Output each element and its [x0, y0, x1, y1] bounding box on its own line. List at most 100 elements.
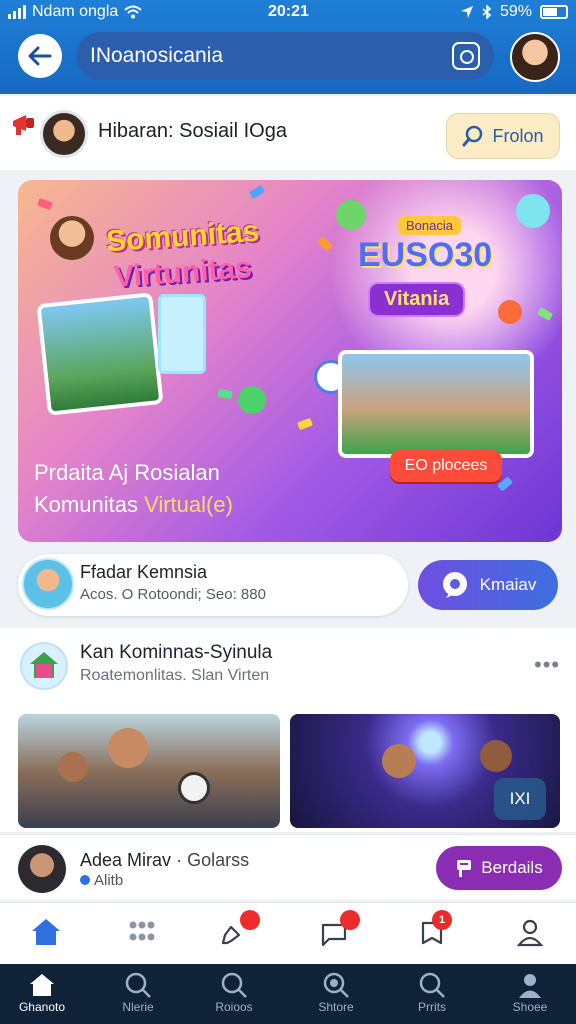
bottom-nav-store[interactable]: Shtore: [296, 970, 376, 1014]
confetti: [217, 388, 233, 400]
profile-icon: [519, 974, 541, 998]
author-separator: ·: [176, 850, 188, 870]
banner-badge-title: EUSO30: [358, 236, 493, 274]
search-icon: [125, 972, 151, 998]
author-name-line: Adea Mirav · Golarss: [80, 850, 249, 871]
banner-caption-line2: Komunitas Virtual(e): [34, 492, 233, 518]
member-subtitle: Acos. O Rotoondi; Seo: 880: [80, 586, 266, 603]
search-icon: [462, 125, 483, 147]
bottom-nav-label: Roioos: [215, 1000, 253, 1014]
like-icon: [238, 386, 266, 414]
follow-label: Frolon: [492, 125, 544, 146]
search-icon: [221, 972, 247, 998]
member-card[interactable]: [18, 554, 408, 616]
confetti: [248, 185, 266, 199]
confetti: [297, 417, 313, 431]
verified-dot-icon: [80, 875, 90, 885]
author-subtitle-text: Alitb: [94, 872, 124, 889]
bottom-nav-label: Ghanoto: [18, 1000, 66, 1014]
details-button[interactable]: Berdails: [436, 846, 562, 890]
bottom-nav-groups[interactable]: Roioos: [194, 970, 274, 1014]
community-banner[interactable]: Somunitas Virtunitas Bonacia EUSO30 Vita…: [18, 180, 562, 542]
user-icon: [516, 919, 544, 947]
house-icon: [30, 652, 58, 678]
video-call-card: [36, 292, 164, 416]
grid-icon: [129, 921, 155, 941]
bluetooth-icon: [482, 5, 492, 19]
search-icon: [419, 972, 445, 998]
battery-percent: 59%: [499, 3, 532, 20]
home-icon: [32, 919, 60, 945]
group-avatar[interactable]: [40, 110, 88, 158]
banner-caption-line1: Prdaita Aj Rosialan: [34, 460, 220, 485]
search-value: INoanosicania: [90, 44, 224, 67]
banner-caption-highlight: Virtual(e): [144, 492, 233, 517]
heart-icon: [516, 194, 550, 228]
camera-icon[interactable]: [452, 42, 480, 70]
more-options-icon[interactable]: •••: [534, 652, 560, 678]
action-icon-row: [0, 902, 576, 964]
banner-badge: Bonacia EUSO30 Vitania: [348, 196, 504, 317]
megaphone-icon: [13, 115, 34, 135]
post-title: Kan Kominnas-Syinula: [80, 642, 273, 663]
wifi-icon: [124, 5, 142, 19]
confetti: [497, 476, 513, 492]
bottom-nav-label: Shtore: [318, 1000, 354, 1014]
status-time: 20:21: [268, 3, 309, 20]
bottom-nav-home[interactable]: Ghanoto: [2, 970, 82, 1014]
person-figure: [382, 744, 416, 778]
join-button[interactable]: Kmaiav: [418, 560, 558, 610]
post-subtitle: Roatemonlitas. Slan Virten: [80, 667, 270, 684]
group-title: Hibaran: Sosiail IOga: [98, 120, 287, 142]
author-group: Golarss: [187, 850, 250, 870]
flag-icon: [457, 860, 472, 877]
bottom-nav-label: Prrits: [418, 1000, 446, 1014]
status-bar: Ndam ongla 20:21 59%: [0, 0, 576, 26]
bottom-nav-profile[interactable]: Shoee: [490, 970, 570, 1014]
member-name: Ffadar Kemnsia: [80, 562, 208, 582]
home-tab[interactable]: [26, 912, 66, 952]
follow-button[interactable]: Frolon: [446, 113, 560, 159]
video-badge[interactable]: IXI: [494, 778, 546, 820]
author-name: Adea Mirav: [80, 850, 172, 870]
profile-avatar[interactable]: [510, 32, 560, 82]
banner-cta-button[interactable]: EO plocees: [390, 450, 502, 482]
location-icon: [460, 6, 473, 18]
home-icon: [30, 974, 54, 996]
bottom-nav-label: Shoee: [512, 1000, 548, 1014]
banner-photo: [338, 350, 534, 458]
profile-tab[interactable]: [510, 912, 550, 952]
ball-icon: [178, 772, 210, 804]
person-figure: [480, 740, 512, 772]
banner-small-label: Bonacia: [398, 216, 461, 235]
banner-caption-prefix: Komunitas: [34, 492, 145, 517]
person-figure: [108, 728, 148, 768]
person-figure: [58, 752, 88, 782]
bottom-nav-posts[interactable]: Prrits: [392, 970, 472, 1014]
author-subtitle: Alitb: [80, 872, 123, 889]
bottom-nav-label: Nlerie: [122, 1000, 154, 1014]
post-image-1[interactable]: [18, 714, 280, 828]
author-avatar[interactable]: [18, 845, 66, 893]
notification-badge: 1: [432, 910, 452, 930]
apps-tab[interactable]: [122, 912, 162, 952]
confetti: [317, 236, 333, 252]
confetti: [536, 307, 554, 321]
carrier-name: Ndam ongla: [32, 3, 119, 20]
banner-badge-subtitle: Vitania: [368, 282, 466, 317]
post-avatar[interactable]: [20, 642, 68, 690]
chat-bubble-icon: [442, 572, 467, 598]
back-button[interactable]: [18, 34, 62, 78]
screen-card: [158, 294, 206, 374]
bottom-nav-explore[interactable]: Nlerie: [98, 970, 178, 1014]
character-avatar: [50, 216, 94, 260]
details-label: Berdails: [481, 858, 543, 877]
search-field[interactable]: INoanosicania: [76, 32, 494, 80]
battery-icon: [540, 5, 568, 19]
notification-dot: [340, 910, 360, 930]
notification-dot: [240, 910, 260, 930]
banner-title-line2: Virtunitas: [112, 251, 253, 294]
join-label: Kmaiav: [479, 575, 537, 594]
member-avatar[interactable]: [22, 558, 74, 610]
signal-icon: [8, 5, 26, 19]
